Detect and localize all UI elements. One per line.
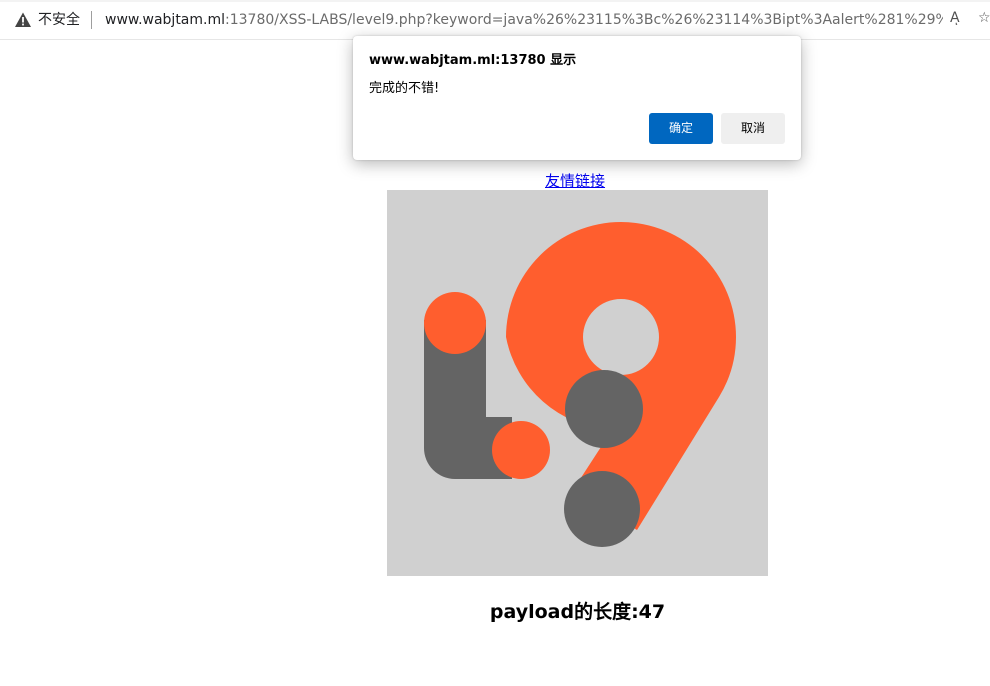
dialog-title: www.wabjtam.ml:13780 显示 xyxy=(369,53,577,68)
url-path: :13780/XSS-LABS/level9.php?keyword=java%… xyxy=(225,12,943,28)
warning-triangle-icon[interactable] xyxy=(14,11,32,29)
tab-strip-edge xyxy=(0,0,990,2)
alert-dialog: www.wabjtam.ml:13780 显示 完成的不错! 确定 取消 xyxy=(353,36,801,160)
address-divider xyxy=(91,11,92,29)
ok-button[interactable]: 确定 xyxy=(649,113,713,144)
security-status-label[interactable]: 不安全 xyxy=(38,11,80,29)
payload-length-heading: payload的长度:47 xyxy=(489,601,666,623)
url-field[interactable]: www.wabjtam.ml:13780/XSS-LABS/level9.php… xyxy=(105,11,943,29)
browser-address-bar: 不安全 www.wabjtam.ml:13780/XSS-LABS/level9… xyxy=(0,0,990,40)
read-aloud-icon[interactable]: Aͅ xyxy=(950,10,960,26)
dialog-message: 完成的不错! xyxy=(369,81,440,96)
level-9-logo-image xyxy=(387,190,768,576)
cancel-button[interactable]: 取消 xyxy=(721,113,785,144)
star-icon[interactable]: ☆ xyxy=(978,10,990,26)
url-host: www.wabjtam.ml xyxy=(105,12,226,28)
friend-link[interactable]: 友情链接 xyxy=(545,171,605,191)
